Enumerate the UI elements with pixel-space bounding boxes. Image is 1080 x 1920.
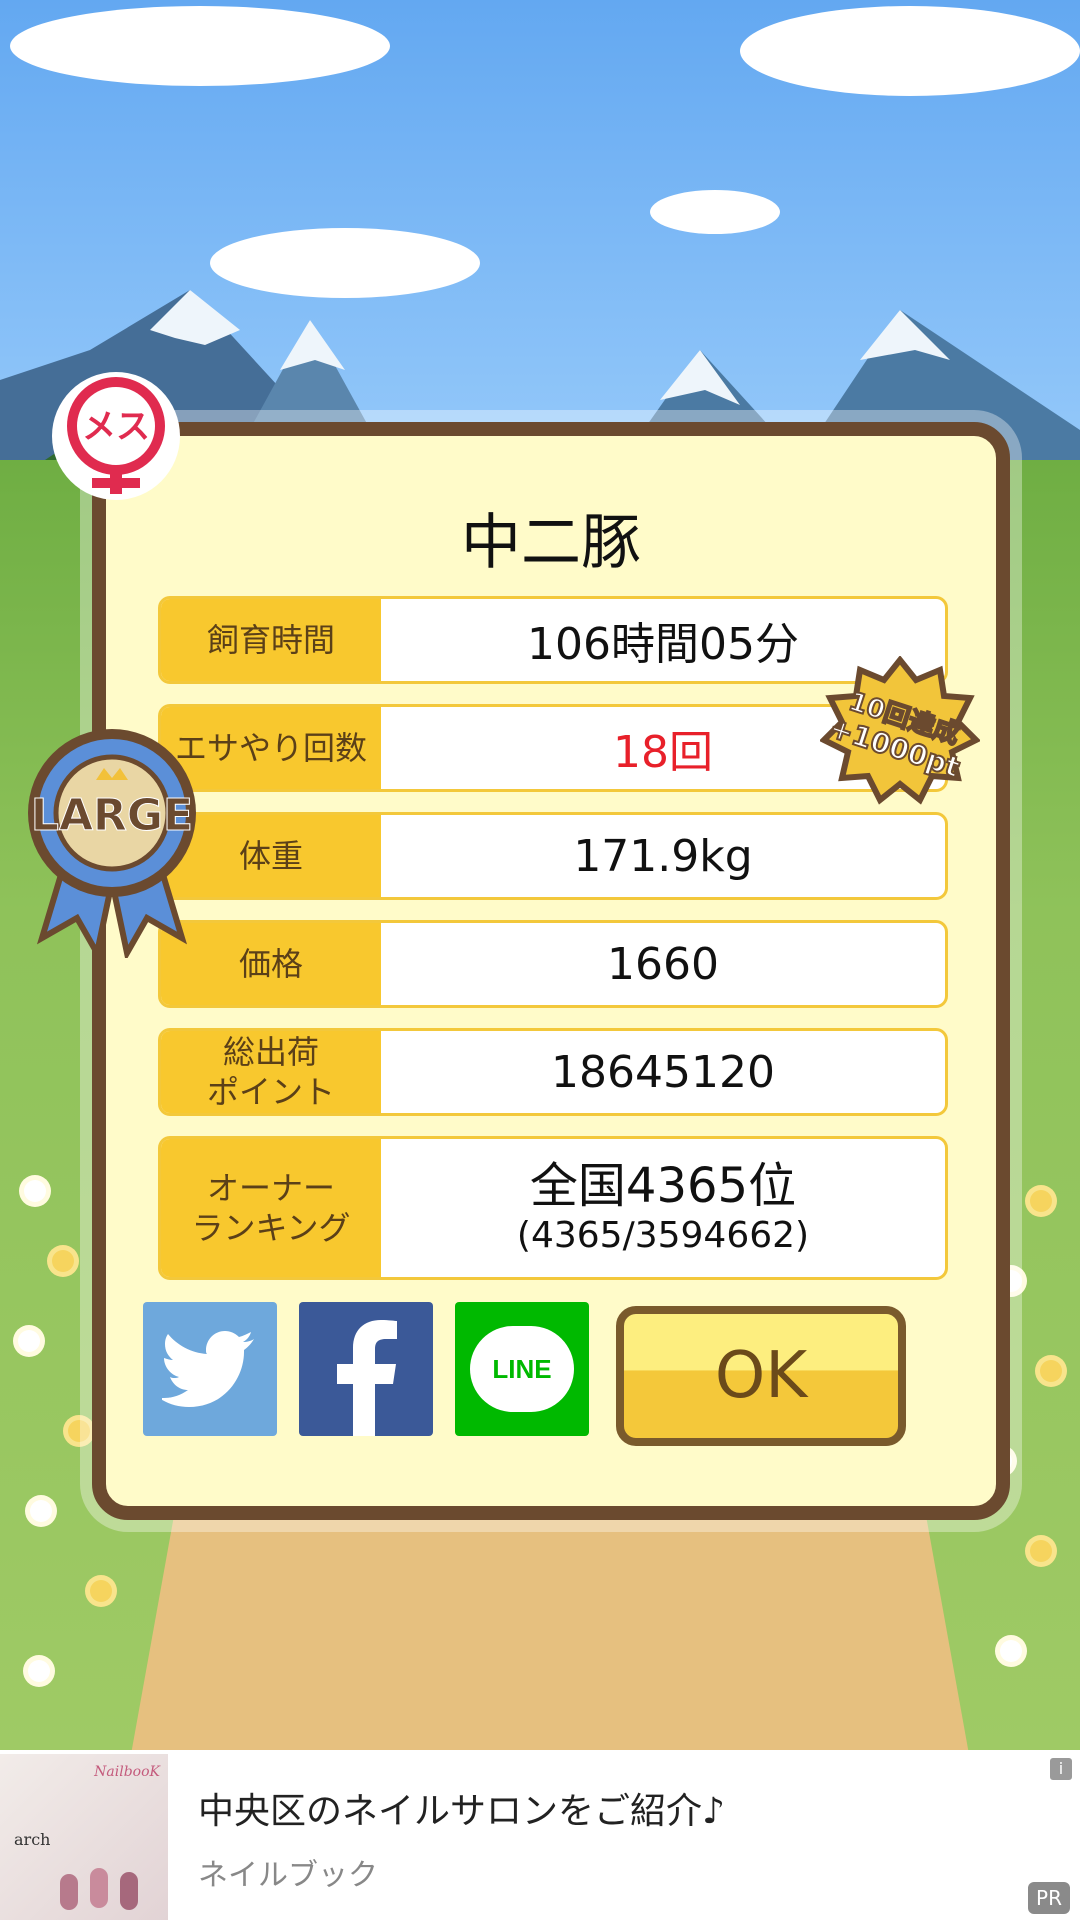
- nail-image: [120, 1872, 138, 1910]
- ranking-main: 全国4365位: [529, 1158, 797, 1214]
- stat-row-shipment-points: 総出荷 ポイント 18645120: [158, 1028, 948, 1116]
- flower: [24, 1180, 46, 1202]
- stat-value: 1660: [607, 938, 719, 990]
- stat-label: 総出荷 ポイント: [161, 1031, 381, 1113]
- stat-row-price: 価格 1660: [158, 920, 948, 1008]
- ranking-detail: (4365/3594662): [516, 1215, 810, 1256]
- facebook-share-button[interactable]: [299, 1302, 433, 1436]
- flower: [1030, 1540, 1052, 1562]
- flower: [1040, 1360, 1062, 1382]
- ribbon-icon: LARGE: [28, 729, 196, 962]
- twitter-share-button[interactable]: [143, 1302, 277, 1436]
- ad-subtitle[interactable]: ネイルブック: [198, 1850, 378, 1894]
- stat-value: 18645120: [551, 1046, 775, 1098]
- ranking-value: 全国4365位 (4365/3594662): [381, 1139, 945, 1277]
- twitter-icon: [162, 1331, 254, 1407]
- ad-image-logo: NailbooK: [94, 1764, 160, 1780]
- stat-label: オーナー ランキング: [161, 1139, 381, 1277]
- flower: [1030, 1190, 1052, 1212]
- flower: [52, 1250, 74, 1272]
- ad-image[interactable]: NailbooK arch: [0, 1754, 168, 1920]
- starburst-icon: 10回達成 +1000pt: [818, 655, 982, 805]
- female-symbol-icon: メス: [67, 377, 165, 494]
- ad-pr-badge: PR: [1028, 1882, 1070, 1914]
- gender-text: メス: [82, 407, 150, 447]
- nail-image: [60, 1874, 78, 1910]
- nail-image: [90, 1868, 108, 1908]
- line-share-button[interactable]: LINE: [455, 1302, 589, 1436]
- ad-image-text: arch: [14, 1830, 51, 1849]
- stat-value: 171.9kg: [573, 830, 753, 882]
- stat-row-owner-ranking: オーナー ランキング 全国4365位 (4365/3594662): [158, 1136, 948, 1280]
- facebook-icon: [337, 1320, 397, 1436]
- dirt-path: [130, 1480, 970, 1750]
- cloud: [650, 190, 780, 234]
- flower: [90, 1580, 112, 1602]
- line-label: LINE: [492, 1353, 552, 1384]
- flower: [30, 1500, 52, 1522]
- flower: [1000, 1640, 1022, 1662]
- stat-row-weight: 体重 171.9kg: [158, 812, 948, 900]
- flower: [68, 1420, 90, 1442]
- line-icon: LINE: [470, 1326, 574, 1412]
- bonus-achievement-badge: 10回達成 +1000pt: [818, 655, 982, 806]
- size-text: LARGE: [31, 790, 193, 841]
- large-ribbon-badge: LARGE: [22, 718, 202, 962]
- female-badge: メス: [52, 372, 180, 500]
- stat-label: 飼育時間: [161, 599, 381, 681]
- ad-title[interactable]: 中央区のネイルサロンをご紹介♪: [198, 1782, 725, 1834]
- ad-info-icon[interactable]: i: [1050, 1758, 1072, 1780]
- ok-button[interactable]: OK: [616, 1306, 906, 1446]
- ad-banner[interactable]: NailbooK arch 中央区のネイルサロンをご紹介♪ ネイルブック i P…: [0, 1750, 1080, 1920]
- cloud: [10, 6, 390, 86]
- pig-name-title: 中二豚: [461, 508, 641, 578]
- flower: [28, 1660, 50, 1682]
- flower: [18, 1330, 40, 1352]
- cloud: [740, 6, 1080, 96]
